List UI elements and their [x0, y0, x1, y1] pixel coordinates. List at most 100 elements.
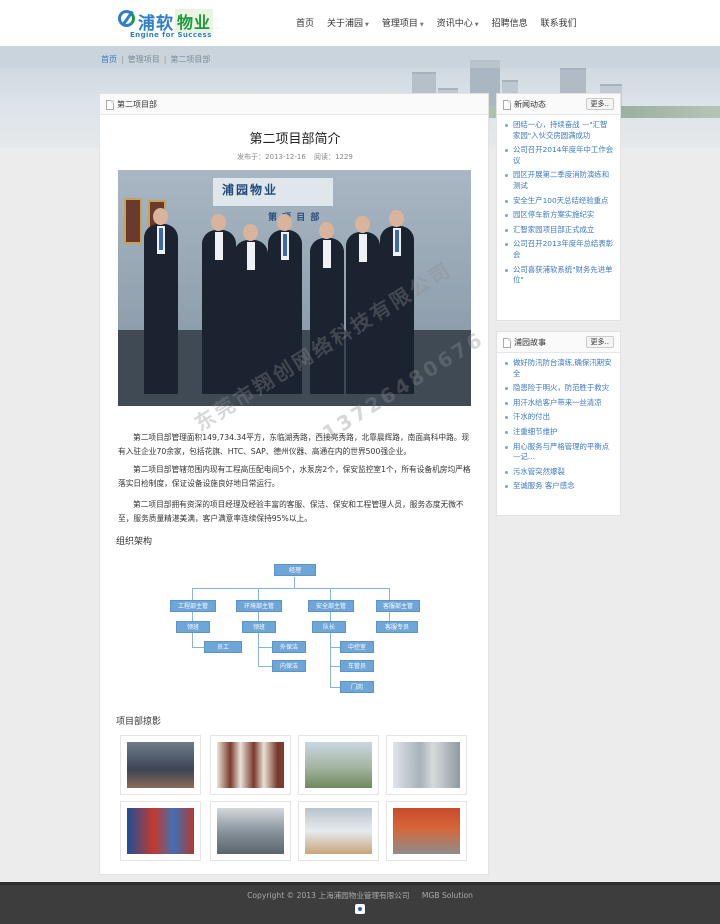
news-item[interactable]: 园区停车新方案实施纪实: [505, 210, 614, 221]
nav-projects[interactable]: 管理项目 ▼: [382, 0, 424, 46]
caret-down-icon: ▼: [419, 22, 424, 28]
news-item[interactable]: 园区开展第二季度消防演练和测试: [505, 170, 614, 191]
news-item[interactable]: 公司喜获浦软系统"财务先进单位": [505, 265, 614, 286]
story-item[interactable]: 用汗水给客户带来一丝清凉: [505, 398, 614, 409]
article-meta: 发布于：2013-12-16 阅读：1229: [100, 152, 490, 162]
document-icon: [503, 338, 511, 348]
news-item[interactable]: 安全生产100天总结经验重点: [505, 196, 614, 207]
logo-text-secondary: 物业: [175, 9, 214, 33]
org-node-engineering-head: 工程部主管: [170, 600, 216, 612]
logo-slogan: Engine for Success: [130, 31, 212, 39]
org-connector: [330, 666, 340, 667]
news-item[interactable]: 汇智家园项目部正式成立: [505, 225, 614, 236]
sidebar-news-title: 新闻动态: [514, 100, 546, 109]
caret-down-icon: ▼: [365, 22, 369, 28]
gallery-thumb[interactable]: [120, 801, 201, 861]
stories-list: 做好防汛防台演练,确保汛期安全 隐患险于明火，防范胜于救灾 用汗水给客户带来一丝…: [497, 353, 620, 492]
article-paragraph: 第二项目部管理面积149,734.34平方，东临湖秀路，西接亮秀路，北靠晨辉路，…: [118, 433, 470, 456]
story-item[interactable]: 至诚服务 客户感念: [505, 481, 614, 492]
org-node-security-head: 安全部主管: [308, 600, 354, 612]
breadcrumb-section[interactable]: 管理项目: [128, 55, 160, 64]
org-connector: [192, 588, 193, 600]
org-node-indoor-cleaning: 内保洁: [272, 660, 306, 672]
gallery-thumb[interactable]: [210, 801, 291, 861]
view-count: 阅读：1229: [314, 153, 353, 161]
story-item[interactable]: 隐患险于明火，防范胜于救灾: [505, 383, 614, 394]
org-connector: [294, 577, 295, 589]
story-item[interactable]: 注重细节维护: [505, 427, 614, 438]
breadcrumb-current: 第二项目部: [170, 55, 211, 64]
photo-sign-text: 浦园物业: [222, 183, 279, 197]
main-content-panel: 第二项目部 第二项目部简介 发布于：2013-12-16 阅读：1229 浦园物…: [99, 93, 489, 875]
gallery-thumb[interactable]: [386, 735, 467, 795]
main-nav: 首页 关于浦园 ▼ 管理项目 ▼ 资讯中心 ▼ 招聘信息 联系我们: [296, 0, 590, 46]
top-header: 浦软 物业 Engine for Success 首页 关于浦园 ▼ 管理项目 ▼ …: [0, 0, 720, 46]
story-item[interactable]: 污水管突然爆裂: [505, 467, 614, 478]
nav-contact[interactable]: 联系我们: [541, 0, 577, 46]
stories-more-button[interactable]: 更多..: [585, 336, 614, 348]
org-node-service-staff: 客服专员: [376, 621, 418, 633]
org-node-service-head: 客服部主管: [376, 600, 420, 612]
org-connector: [192, 588, 389, 589]
photo-person: [144, 208, 178, 394]
nav-label: 管理项目: [381, 19, 418, 29]
panel-title: 第二项目部: [117, 100, 157, 109]
article-paragraph: 第二项目部管辖范围内现有工程高压配电间5个，水泵房2个，保安监控室1个，所有设备…: [118, 465, 471, 488]
nav-home[interactable]: 首页: [296, 0, 314, 46]
org-connector: [258, 611, 259, 621]
breadcrumb-home[interactable]: 首页: [101, 55, 117, 64]
sidebar-stories-title: 浦园故事: [514, 338, 546, 347]
gallery-thumb[interactable]: [120, 735, 201, 795]
footer-text: Copyright © 2013 上海浦园物业管理有限公司 MGB Soluti…: [0, 890, 720, 901]
gallery-thumb[interactable]: [210, 735, 291, 795]
sidebar-news-panel: 新闻动态 更多.. 团结一心，持续奋战 —"汇智家园"入伙交房圆满成功 公司召开…: [496, 93, 621, 321]
org-connector: [389, 611, 390, 621]
story-item[interactable]: 用心服务与严格管理的平衡点—记…: [505, 442, 614, 463]
footer-credit[interactable]: MGB Solution: [422, 891, 473, 900]
baidu-paw-icon[interactable]: [355, 904, 365, 914]
gallery-heading: 项目部掠影: [116, 717, 162, 727]
org-node-outdoor-cleaning: 外保洁: [272, 641, 306, 653]
sidebar-stories-panel: 浦园故事 更多.. 做好防汛防台演练,确保汛期安全 隐患险于明火，防范胜于救灾 …: [496, 331, 621, 516]
gallery-thumb[interactable]: [298, 801, 379, 861]
org-node-control-room: 中控室: [340, 641, 374, 653]
breadcrumb: 首页 | 管理项目 | 第二项目部: [0, 52, 720, 68]
org-node-engineering-staff: 员工: [204, 641, 242, 653]
panel-header: 新闻动态 更多..: [497, 94, 620, 115]
news-item[interactable]: 公司召开2013年度年总结表彰会: [505, 239, 614, 260]
photo-person: [202, 214, 236, 394]
nav-label: 关于浦园: [327, 19, 364, 29]
org-node-security-captain: 队长: [312, 621, 346, 633]
gallery-thumb[interactable]: [298, 735, 379, 795]
document-icon: [106, 100, 114, 110]
footer-copyright: Copyright © 2013 上海浦园物业管理有限公司: [247, 891, 410, 900]
news-item[interactable]: 团结一心，持续奋战 —"汇智家园"入伙交房圆满成功: [505, 120, 614, 141]
org-chart-heading: 组织架构: [116, 537, 153, 547]
org-connector: [192, 611, 193, 621]
org-connector: [330, 647, 340, 648]
org-node-environment-lead: 领班: [242, 621, 276, 633]
story-item[interactable]: 做好防汛防台演练,确保汛期安全: [505, 358, 614, 379]
article-title: 第二项目部简介: [249, 132, 341, 147]
news-more-button[interactable]: 更多..: [585, 98, 614, 110]
breadcrumb-separator: |: [163, 55, 167, 64]
nav-label: 招聘信息: [491, 19, 528, 29]
org-node-parking: 车管员: [340, 660, 374, 672]
news-item[interactable]: 公司召开2014年度年中工作会议: [505, 145, 614, 166]
gallery-thumb[interactable]: [386, 801, 467, 861]
org-connector: [330, 588, 331, 600]
story-item[interactable]: 汗水的付出: [505, 412, 614, 423]
org-connector: [258, 647, 272, 648]
panel-header: 第二项目部: [100, 94, 488, 115]
site-logo[interactable]: 浦软 物业 Engine for Success: [118, 9, 228, 41]
org-node-gate-guard: 门岗: [340, 681, 374, 693]
logo-emblem-icon: [118, 10, 135, 27]
photo-banner-frame: [124, 198, 142, 244]
org-connector: [389, 588, 390, 600]
page-footer: Copyright © 2013 上海浦园物业管理有限公司 MGB Soluti…: [0, 882, 720, 924]
nav-jobs[interactable]: 招聘信息: [492, 0, 528, 46]
nav-news[interactable]: 资讯中心 ▼: [437, 0, 479, 46]
org-connector: [258, 632, 259, 666]
org-connector: [258, 666, 272, 667]
nav-about[interactable]: 关于浦园 ▼: [327, 0, 369, 46]
